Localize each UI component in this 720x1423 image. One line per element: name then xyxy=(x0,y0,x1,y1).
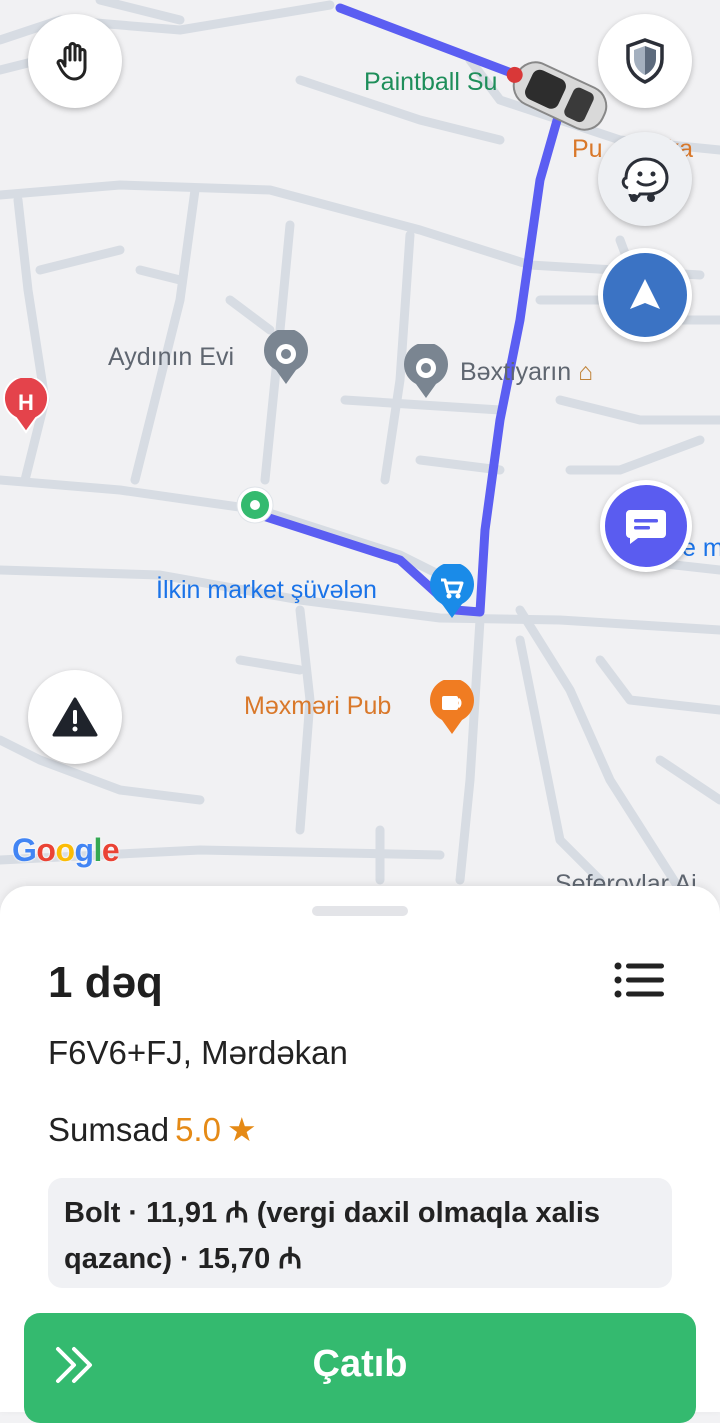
star-icon: ★ xyxy=(226,1111,257,1148)
navigation-arrow-icon xyxy=(630,279,660,309)
waze-icon xyxy=(621,157,669,202)
chat-button[interactable] xyxy=(600,480,692,572)
shopping-cart-pin-icon[interactable] xyxy=(428,564,476,620)
hand-button[interactable] xyxy=(28,14,122,108)
hospital-pin-icon[interactable]: H xyxy=(2,378,50,434)
report-incident-button[interactable] xyxy=(28,670,122,764)
shield-icon xyxy=(626,38,664,84)
poi-pub-top-text: Pu xyxy=(572,135,603,163)
sheet-drag-handle[interactable] xyxy=(312,906,408,916)
arrived-button-label: Çatıb xyxy=(312,1343,408,1385)
warning-icon xyxy=(52,697,98,737)
google-logo-letter: e xyxy=(101,832,120,868)
place-pin-icon[interactable] xyxy=(262,330,310,386)
pickup-address: F6V6+FJ, Mərdəkan xyxy=(48,1034,348,1071)
google-logo-letter: o xyxy=(36,832,56,868)
map-view[interactable]: Paintball Su Puka Aydının Evi Bəxtiyarın… xyxy=(0,0,720,900)
waze-button[interactable] xyxy=(598,132,692,226)
hand-icon xyxy=(56,42,87,81)
google-logo-letter: g xyxy=(74,832,94,868)
safety-button[interactable] xyxy=(598,14,692,108)
place-pin-icon[interactable] xyxy=(402,344,450,400)
trip-bottom-sheet[interactable]: 1 dəq F6V6+FJ, Mərdəkan Sumsad 5.0 ★ Bolt … xyxy=(0,886,720,1423)
hospital-letter: H xyxy=(18,390,34,415)
list-menu-icon[interactable] xyxy=(612,960,668,1000)
arrived-button[interactable]: Çatıb xyxy=(24,1313,696,1423)
house-icon: ⌂ xyxy=(578,358,594,386)
rider-rating: 5.0 xyxy=(175,1111,221,1148)
poi-ilkin-market-label[interactable]: İlkin market şüvələn xyxy=(156,576,377,605)
google-logo-letter: G xyxy=(12,832,37,868)
google-logo-letter: o xyxy=(55,832,75,868)
google-logo: Google xyxy=(12,832,120,869)
poi-aydinin-evi-label[interactable]: Aydının Evi xyxy=(108,343,234,372)
fare-text: Bolt · 11,91 ₼ (vergi daxil olmaqla xali… xyxy=(64,1197,601,1275)
chat-icon xyxy=(626,510,666,544)
google-logo-letter: l xyxy=(93,832,103,868)
eta-text: 1 dəq xyxy=(48,958,163,1007)
poi-paintball-label[interactable]: Paintball Su xyxy=(364,68,497,97)
cafe-pin-icon[interactable] xyxy=(428,680,476,736)
fare-info-box: Bolt · 11,91 ₼ (vergi daxil olmaqla xali… xyxy=(48,1178,672,1288)
poi-mexmeri-pub-label[interactable]: Məxməri Pub xyxy=(244,692,391,721)
poi-bextiyarin-label[interactable]: Bəxtiyarın ⌂ xyxy=(460,358,593,387)
poi-bextiyarin-text: Bəxtiyarın xyxy=(460,358,572,386)
recenter-button[interactable] xyxy=(598,248,692,342)
rider-name: Sumsad xyxy=(48,1111,170,1148)
rider-info: Sumsad 5.0 ★ xyxy=(48,1110,257,1149)
